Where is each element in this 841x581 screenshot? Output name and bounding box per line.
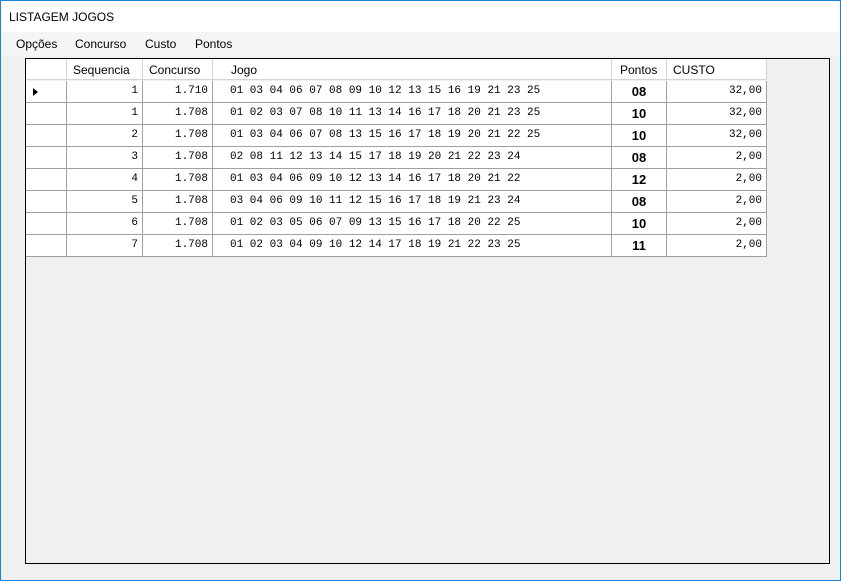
cell-concurso[interactable]: 1.708 (143, 191, 213, 213)
menu-bar: Opções Concurso Custo Pontos (1, 32, 840, 56)
cell-custo[interactable]: 2,00 (667, 213, 767, 235)
cell-concurso[interactable]: 1.708 (143, 169, 213, 191)
current-row-arrow-icon (33, 88, 38, 96)
column-header-sequencia[interactable]: Sequencia (67, 59, 143, 80)
cell-sequencia[interactable]: 1 (67, 103, 143, 125)
row-header-corner[interactable] (26, 59, 67, 80)
cell-jogo[interactable]: 01 02 03 05 06 07 09 13 15 16 17 18 20 2… (213, 213, 612, 235)
cell-concurso[interactable]: 1.708 (143, 213, 213, 235)
cell-jogo[interactable]: 01 02 03 04 09 10 12 14 17 18 19 21 22 2… (213, 235, 612, 257)
cell-custo[interactable]: 32,00 (667, 81, 767, 103)
cell-jogo[interactable]: 01 02 03 07 08 10 11 13 14 16 17 18 20 2… (213, 103, 612, 125)
cell-pontos[interactable]: 12 (612, 169, 667, 191)
cell-sequencia[interactable]: 1 (67, 81, 143, 103)
cell-jogo[interactable]: 03 04 06 09 10 11 12 15 16 17 18 19 21 2… (213, 191, 612, 213)
cell-custo[interactable]: 2,00 (667, 169, 767, 191)
column-header-concurso[interactable]: Concurso (143, 59, 213, 80)
menu-custo[interactable]: Custo (145, 37, 176, 51)
cell-jogo[interactable]: 01 03 04 06 09 10 12 13 14 16 17 18 20 2… (213, 169, 612, 191)
cell-custo[interactable]: 32,00 (667, 125, 767, 147)
column-header-custo[interactable]: CUSTO (667, 59, 767, 80)
row-header[interactable] (26, 235, 67, 257)
app-window: LISTAGEM JOGOS Opções Concurso Custo Pon… (0, 0, 841, 581)
cell-pontos[interactable]: 08 (612, 147, 667, 169)
cell-sequencia[interactable]: 6 (67, 213, 143, 235)
row-header[interactable] (26, 125, 67, 147)
row-header[interactable] (26, 191, 67, 213)
column-header-pontos[interactable]: Pontos (612, 59, 667, 80)
row-header[interactable] (26, 169, 67, 191)
cell-jogo[interactable]: 02 08 11 12 13 14 15 17 18 19 20 21 22 2… (213, 147, 612, 169)
cell-pontos[interactable]: 10 (612, 213, 667, 235)
menu-opcoes[interactable]: Opções (16, 37, 57, 51)
cell-concurso[interactable]: 1.708 (143, 147, 213, 169)
menu-pontos[interactable]: Pontos (195, 37, 232, 51)
cell-sequencia[interactable]: 7 (67, 235, 143, 257)
cell-custo[interactable]: 2,00 (667, 235, 767, 257)
cell-sequencia[interactable]: 5 (67, 191, 143, 213)
menu-concurso[interactable]: Concurso (75, 37, 126, 51)
cell-concurso[interactable]: 1.710 (143, 81, 213, 103)
cell-concurso[interactable]: 1.708 (143, 103, 213, 125)
row-header[interactable] (26, 103, 67, 125)
cell-concurso[interactable]: 1.708 (143, 235, 213, 257)
cell-sequencia[interactable]: 2 (67, 125, 143, 147)
row-header[interactable] (26, 213, 67, 235)
cell-concurso[interactable]: 1.708 (143, 125, 213, 147)
title-bar[interactable]: LISTAGEM JOGOS (1, 1, 840, 32)
cell-custo[interactable]: 2,00 (667, 191, 767, 213)
window-title: LISTAGEM JOGOS (9, 10, 115, 24)
cell-jogo[interactable]: 01 03 04 06 07 08 09 10 12 13 15 16 19 2… (213, 81, 612, 103)
cell-sequencia[interactable]: 3 (67, 147, 143, 169)
column-header-jogo[interactable]: Jogo (213, 59, 612, 80)
row-header[interactable] (26, 81, 67, 103)
cell-pontos[interactable]: 11 (612, 235, 667, 257)
cell-pontos[interactable]: 10 (612, 103, 667, 125)
cell-pontos[interactable]: 08 (612, 81, 667, 103)
cell-sequencia[interactable]: 4 (67, 169, 143, 191)
cell-custo[interactable]: 32,00 (667, 103, 767, 125)
cell-pontos[interactable]: 08 (612, 191, 667, 213)
cell-custo[interactable]: 2,00 (667, 147, 767, 169)
row-header[interactable] (26, 147, 67, 169)
games-grid[interactable]: Sequencia Concurso Jogo Pontos CUSTO 1 1.… (25, 58, 830, 564)
cell-pontos[interactable]: 10 (612, 125, 667, 147)
cell-jogo[interactable]: 01 03 04 06 07 08 13 15 16 17 18 19 20 2… (213, 125, 612, 147)
